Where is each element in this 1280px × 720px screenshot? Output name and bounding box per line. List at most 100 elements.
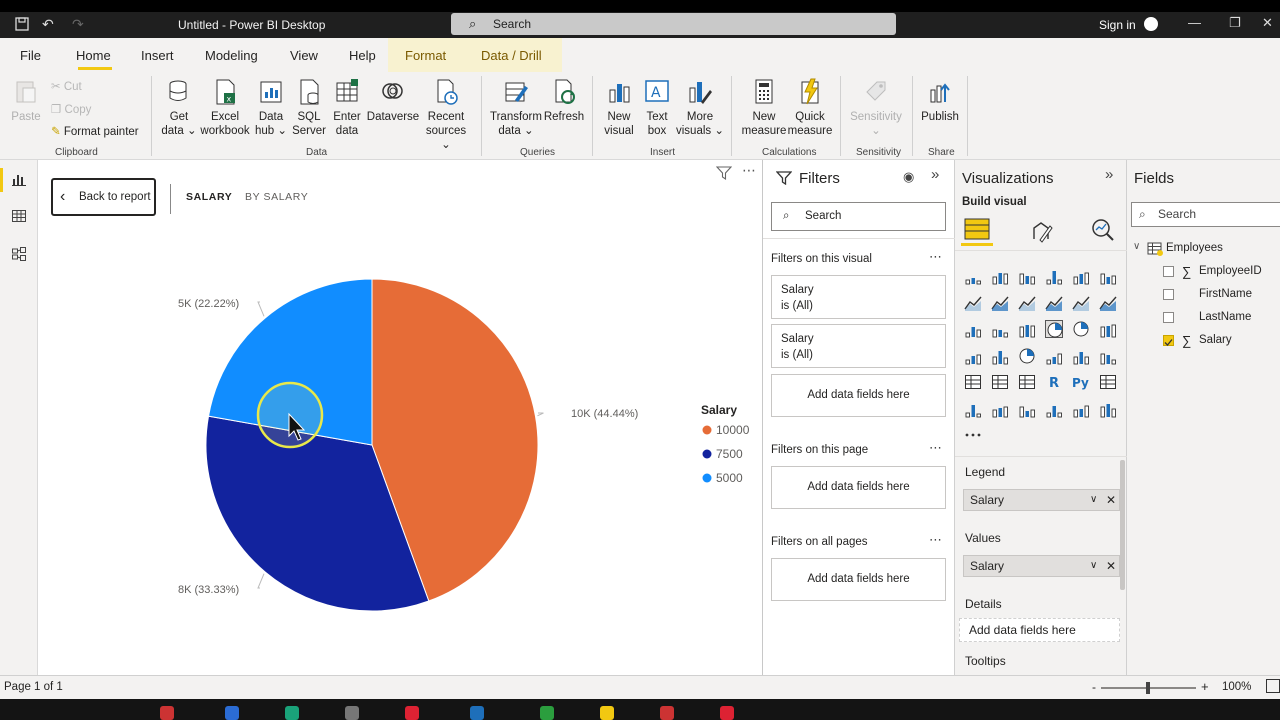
visual-type-clustered-bar-icon[interactable] xyxy=(1018,267,1036,285)
visual-type-narrative-icon[interactable] xyxy=(1018,400,1036,418)
model-view-icon[interactable] xyxy=(11,246,27,262)
close-icon[interactable]: ✕ xyxy=(1262,15,1273,31)
visual-type-map-icon[interactable] xyxy=(964,347,982,365)
visual-type-power-automate-icon[interactable] xyxy=(1099,400,1117,418)
visual-type-gauge-icon[interactable] xyxy=(1018,347,1036,365)
field-item-salary[interactable]: Salary xyxy=(1199,334,1232,346)
format-painter-button[interactable]: ✎ Format painter xyxy=(51,124,139,138)
filter-card-salary[interactable]: Salary is (All) xyxy=(771,275,946,319)
visual-type-key-influencers-icon[interactable] xyxy=(1099,373,1117,391)
tab-file[interactable]: File xyxy=(20,48,41,63)
add-visual-filter-drop[interactable]: Add data fields here xyxy=(771,374,946,417)
field-item-firstname[interactable]: FirstName xyxy=(1199,288,1252,300)
add-all-pages-filter-drop[interactable]: Add data fields here xyxy=(771,558,946,601)
taskbar-app-icon[interactable] xyxy=(160,706,174,720)
visual-type-stacked-bar-icon[interactable] xyxy=(964,267,982,285)
visual-type-slicer-icon[interactable] xyxy=(964,373,982,391)
remove-field-icon[interactable]: ✕ xyxy=(1106,490,1116,510)
text-box-button[interactable]: A Text box xyxy=(638,78,676,138)
tab-help[interactable]: Help xyxy=(349,48,376,63)
global-search[interactable]: ⌕ Search xyxy=(451,13,896,35)
visual-type-treemap-icon[interactable] xyxy=(1099,320,1117,338)
chevron-down-icon[interactable]: ∨ xyxy=(1133,241,1140,252)
format-visual-icon[interactable] xyxy=(1030,219,1054,243)
taskbar-app-icon[interactable] xyxy=(660,706,674,720)
report-view-icon[interactable] xyxy=(11,171,27,187)
save-icon[interactable] xyxy=(14,16,30,35)
zoom-slider-thumb[interactable] xyxy=(1146,682,1150,694)
sign-in-link[interactable]: Sign in xyxy=(1099,18,1136,32)
remove-field-icon[interactable]: ✕ xyxy=(1106,556,1116,576)
tab-insert[interactable]: Insert xyxy=(141,48,174,63)
visual-type-multi-row-card-icon[interactable] xyxy=(1072,347,1090,365)
visual-type-power-apps-icon[interactable] xyxy=(1072,400,1090,418)
chevron-down-icon[interactable]: ∨ xyxy=(1090,556,1097,576)
pane-scrollbar[interactable] xyxy=(1120,460,1125,590)
taskbar-app-icon[interactable] xyxy=(540,706,554,720)
visual-type-100-bar-icon[interactable] xyxy=(1072,267,1090,285)
visual-type-r-visual-icon[interactable]: R xyxy=(1045,373,1063,391)
taskbar-app-icon[interactable] xyxy=(470,706,484,720)
sql-server-button[interactable]: SQL Server xyxy=(290,78,328,138)
tab-home[interactable]: Home xyxy=(76,48,111,63)
more-visuals-button[interactable]: More visuals ⌄ xyxy=(676,78,724,138)
visual-type-ribbon-icon[interactable] xyxy=(1099,294,1117,312)
visual-type-line-column-icon[interactable] xyxy=(1045,294,1063,312)
field-checkbox[interactable] xyxy=(1163,335,1174,346)
visual-type-line-clustered-icon[interactable] xyxy=(1072,294,1090,312)
fields-search-input[interactable]: ⌕ Search xyxy=(1131,202,1280,227)
chevron-down-icon[interactable]: ∨ xyxy=(1090,490,1097,510)
refresh-button[interactable]: Refresh xyxy=(543,78,585,124)
avatar[interactable] xyxy=(1144,17,1158,31)
values-well-field[interactable]: Salary ∨ ✕ xyxy=(963,555,1120,577)
visual-type-matrix-icon[interactable] xyxy=(1018,373,1036,391)
new-visual-button[interactable]: New visual xyxy=(600,78,638,138)
eye-icon[interactable]: ◉ xyxy=(903,169,914,185)
undo-icon[interactable]: ↶ xyxy=(42,16,54,33)
field-item-employeeid[interactable]: EmployeeID xyxy=(1199,265,1262,277)
analytics-icon[interactable] xyxy=(1091,218,1115,242)
collapse-pane-icon[interactable]: » xyxy=(1105,166,1113,183)
visual-type-python-visual-icon[interactable]: Py xyxy=(1072,373,1090,391)
minimize-icon[interactable]: — xyxy=(1188,15,1201,30)
visual-type-card-icon[interactable] xyxy=(1045,347,1063,365)
table-view-icon[interactable] xyxy=(11,208,27,224)
filter-card-salary[interactable]: Salary is (All) xyxy=(771,324,946,368)
build-visual-tab[interactable] xyxy=(961,214,993,246)
fit-to-page-icon[interactable] xyxy=(1266,679,1280,693)
visual-type-scatter-icon[interactable] xyxy=(1018,320,1036,338)
taskbar-app-icon[interactable] xyxy=(345,706,359,720)
copy-button[interactable]: ❐ Copy xyxy=(51,102,91,116)
zoom-slider[interactable] xyxy=(1101,682,1196,694)
transform-data-button[interactable]: Transform data ⌄ xyxy=(488,78,544,138)
legend-well-field[interactable]: Salary ∨ ✕ xyxy=(963,489,1120,511)
legend-item-7500[interactable]: 7500 xyxy=(716,447,743,461)
tab-format[interactable]: Format xyxy=(405,48,446,63)
field-item-lastname[interactable]: LastName xyxy=(1199,311,1251,323)
visual-type-waterfall-icon[interactable] xyxy=(964,320,982,338)
visual-type-100-column-icon[interactable] xyxy=(1099,267,1117,285)
taskbar-app-icon[interactable] xyxy=(285,706,299,720)
redo-icon[interactable]: ↷ xyxy=(72,16,84,33)
sensitivity-button[interactable]: Sensitivity ⌄ xyxy=(847,78,905,138)
visual-type-decomposition-tree-icon[interactable] xyxy=(964,400,982,418)
visual-type-clustered-column-icon[interactable] xyxy=(1045,267,1063,285)
paste-button[interactable]: Paste xyxy=(8,78,44,124)
field-checkbox[interactable] xyxy=(1163,312,1174,323)
dataverse-button[interactable]: Dataverse xyxy=(366,78,420,124)
publish-button[interactable]: Publish xyxy=(918,78,962,124)
taskbar-app-icon[interactable] xyxy=(720,706,734,720)
recent-sources-button[interactable]: Recent sources ⌄ xyxy=(420,78,472,152)
more-options-icon[interactable]: ⋯ xyxy=(929,249,942,265)
visual-type-kpi-icon[interactable] xyxy=(1099,347,1117,365)
data-hub-button[interactable]: Data hub ⌄ xyxy=(252,78,290,138)
taskbar-app-icon[interactable] xyxy=(600,706,614,720)
taskbar-app-icon[interactable] xyxy=(405,706,419,720)
cut-button[interactable]: ✂ Cut xyxy=(51,79,82,93)
legend-item-5000[interactable]: 5000 xyxy=(716,471,743,485)
excel-workbook-button[interactable]: x Excel workbook xyxy=(198,78,252,138)
visual-type-filled-map-icon[interactable] xyxy=(991,347,1009,365)
restore-icon[interactable]: ❐ xyxy=(1229,15,1241,31)
fields-table-name[interactable]: Employees xyxy=(1166,242,1223,254)
enter-data-button[interactable]: Enter data xyxy=(328,78,366,138)
